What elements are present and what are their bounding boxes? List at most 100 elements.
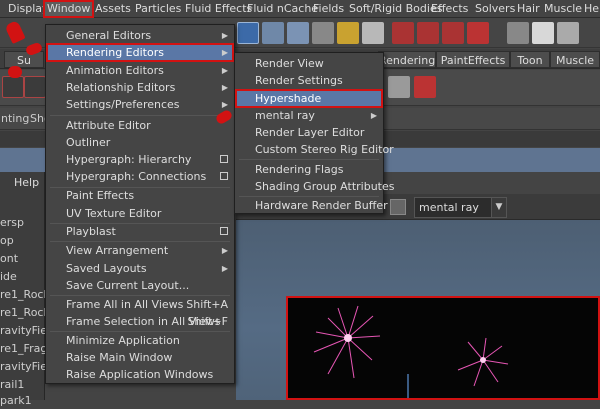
tab-muscle[interactable]: Muscle [550,51,600,68]
menu-item-settings-preferences[interactable]: Settings/Preferences ▶ [46,96,234,113]
list-item[interactable]: ravityField [0,322,45,339]
tool-settings-icon[interactable] [557,22,579,44]
menu-fields[interactable]: Fields [311,2,346,16]
menu-item-hypershade[interactable]: Hypershade [235,90,383,107]
chevron-right-icon: ▶ [221,83,228,92]
menu-fluid-effects[interactable]: Fluid Effects [183,2,254,16]
menu-item-animation-editors[interactable]: Animation Editors ▶ [46,62,234,79]
list-item[interactable]: ersp [0,214,45,231]
list-item[interactable]: rail1 [0,376,45,393]
render-preview [286,296,600,400]
render-settings-icon[interactable] [442,22,464,44]
menu-item-label: Playblast [66,225,116,238]
list-item[interactable]: re1_Fragm [0,340,45,357]
ipr-render-icon[interactable] [417,22,439,44]
tab-painteffects[interactable]: PaintEffects [436,51,510,68]
menu-particles[interactable]: Particles [133,2,183,16]
menu-item-relationship-editors[interactable]: Relationship Editors ▶ [46,79,234,96]
option-box-icon[interactable] [220,227,228,235]
list-item[interactable]: ravityField [0,358,45,375]
menu-item-raise-main-window[interactable]: Raise Main Window [46,349,234,366]
chevron-right-icon: ▶ [221,264,228,273]
menu-item-frame-selection[interactable]: Frame Selection in All Views Shift+F [46,313,234,330]
shortcut-label: Shift+F [187,315,228,328]
menu-hair[interactable]: Hair [515,2,542,16]
list-item[interactable]: ont [0,250,45,267]
window-menu: General Editors ▶ Rendering Editors ▶ Anim… [45,24,235,384]
snap-grid-icon[interactable] [237,22,259,44]
menu-item-label: Saved Layouts [66,262,147,275]
main-menu-bar: Display Window Assets Particles Fluid Ef… [0,0,600,18]
renderer-select-value: mental ray [419,201,479,214]
snap-point-icon[interactable] [287,22,309,44]
menu-item-save-current-layout[interactable]: Save Current Layout... [46,277,234,294]
lock-icon[interactable] [337,22,359,44]
outliner-panel: Help ersp op ont ide re1_Rocke re1_Rocke… [0,172,45,407]
disable-render-icon[interactable] [414,76,436,98]
menu-item-mental-ray[interactable]: mental ray ▶ [235,107,383,124]
menu-display[interactable]: Display [6,2,51,16]
snap-curve-icon[interactable] [262,22,284,44]
menu-separator [50,115,230,116]
chevron-right-icon: ▶ [221,246,228,255]
menu-item-playblast[interactable]: Playblast [46,223,234,240]
option-box-icon[interactable] [220,172,228,180]
menu-item-rendering-flags[interactable]: Rendering Flags [235,161,383,178]
menu-item-label: Settings/Preferences [66,98,180,111]
channel-box-icon[interactable] [507,22,529,44]
list-item[interactable]: ide [0,268,45,285]
list-item[interactable]: op [0,232,45,249]
menu-item-label: Frame All in All Views [66,298,184,311]
outliner-menu-help[interactable]: Help [14,174,39,192]
menu-item-rendering-editors[interactable]: Rendering Editors ▶ [46,44,234,61]
menu-item-attribute-editor[interactable]: Attribute Editor [46,117,234,134]
menu-item-frame-all[interactable]: Frame All in All Views Shift+A [46,296,234,313]
tab-toon[interactable]: Toon [510,51,550,68]
menu-item-label: Animation Editors [66,64,164,77]
menu-item-general-editors[interactable]: General Editors ▶ [46,27,234,44]
camera-aim-icon[interactable] [24,76,46,98]
menu-assets[interactable]: Assets [93,2,133,16]
render-current-icon[interactable] [392,22,414,44]
list-item[interactable]: re1_Rocke [0,286,45,303]
attribute-editor-icon[interactable] [532,22,554,44]
pointer-annotation-icon [8,66,22,78]
menu-help[interactable]: He [582,2,600,16]
tab-surfaces[interactable]: Su [4,51,44,68]
camera-icon[interactable] [2,76,24,98]
menu-item-raise-application-windows[interactable]: Raise Application Windows [46,366,234,383]
menu-item-render-view[interactable]: Render View [235,55,383,72]
menu-item-saved-layouts[interactable]: Saved Layouts ▶ [46,260,234,277]
menu-item-label: Hypergraph: Hierarchy [66,153,192,166]
magnet-icon[interactable] [362,22,384,44]
renderer-select[interactable]: mental ray ▼ [414,197,507,218]
menu-item-paint-effects[interactable]: Paint Effects [46,187,234,204]
list-item[interactable]: park1 [0,392,45,409]
render-magnet-icon[interactable] [467,22,489,44]
render-view-icon[interactable] [390,199,406,215]
menu-item-hypergraph-connections[interactable]: Hypergraph: Connections [46,168,234,185]
menu-item-uv-texture-editor[interactable]: UV Texture Editor [46,205,234,222]
tab-rendering[interactable]: Rendering [378,51,436,68]
menu-item-shading-group-attributes[interactable]: Shading Group Attributes [235,178,394,195]
menu-window[interactable]: Window [42,0,95,18]
snap-surface-icon[interactable] [312,22,334,44]
menu-item-view-arrangement[interactable]: View Arrangement ▶ [46,242,234,259]
menu-muscle[interactable]: Muscle [542,2,584,16]
menu-solvers[interactable]: Solvers [473,2,517,16]
menu-item-render-settings[interactable]: Render Settings [235,72,383,89]
menu-item-label: View Arrangement [66,244,169,257]
menu-item-hardware-render-buffer[interactable]: Hardware Render Buffer [235,197,388,214]
menu-item-custom-stereo-rig-editor[interactable]: Custom Stereo Rig Editor [235,141,394,158]
menu-item-minimize-application[interactable]: Minimize Application [46,332,234,349]
menu-effects[interactable]: Effects [429,2,470,16]
list-item[interactable]: re1_Rocke [0,304,45,321]
menu-item-render-layer-editor[interactable]: Render Layer Editor [235,124,383,141]
option-box-icon[interactable] [220,155,228,163]
render-cube-icon[interactable] [388,76,410,98]
menu-fluid-ncache[interactable]: Fluid nCache [245,2,320,16]
menu-item-outliner[interactable]: Outliner [46,134,234,151]
menu-item-hypergraph-hierarchy[interactable]: Hypergraph: Hierarchy [46,151,234,168]
menu-item-label: Rendering Editors [66,46,164,59]
fireworks-image [313,305,509,398]
